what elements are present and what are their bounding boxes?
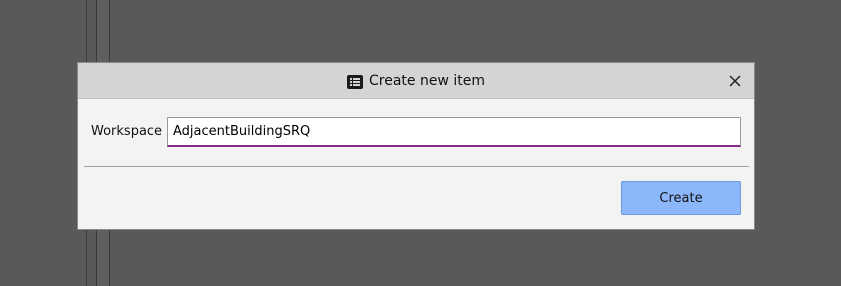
dialog-divider bbox=[84, 166, 749, 167]
workspace-label: Workspace bbox=[91, 124, 163, 139]
close-icon[interactable] bbox=[726, 72, 744, 90]
dialog-title-group: Create new item bbox=[78, 63, 754, 99]
create-item-dialog: Create new item Workspace Create bbox=[77, 62, 755, 230]
dialog-titlebar: Create new item bbox=[78, 63, 754, 99]
workspace-field-row: Workspace bbox=[91, 117, 741, 147]
list-icon bbox=[347, 74, 363, 89]
dialog-title: Create new item bbox=[369, 73, 485, 89]
workspace-input[interactable] bbox=[167, 117, 741, 147]
create-button[interactable]: Create bbox=[621, 181, 741, 215]
